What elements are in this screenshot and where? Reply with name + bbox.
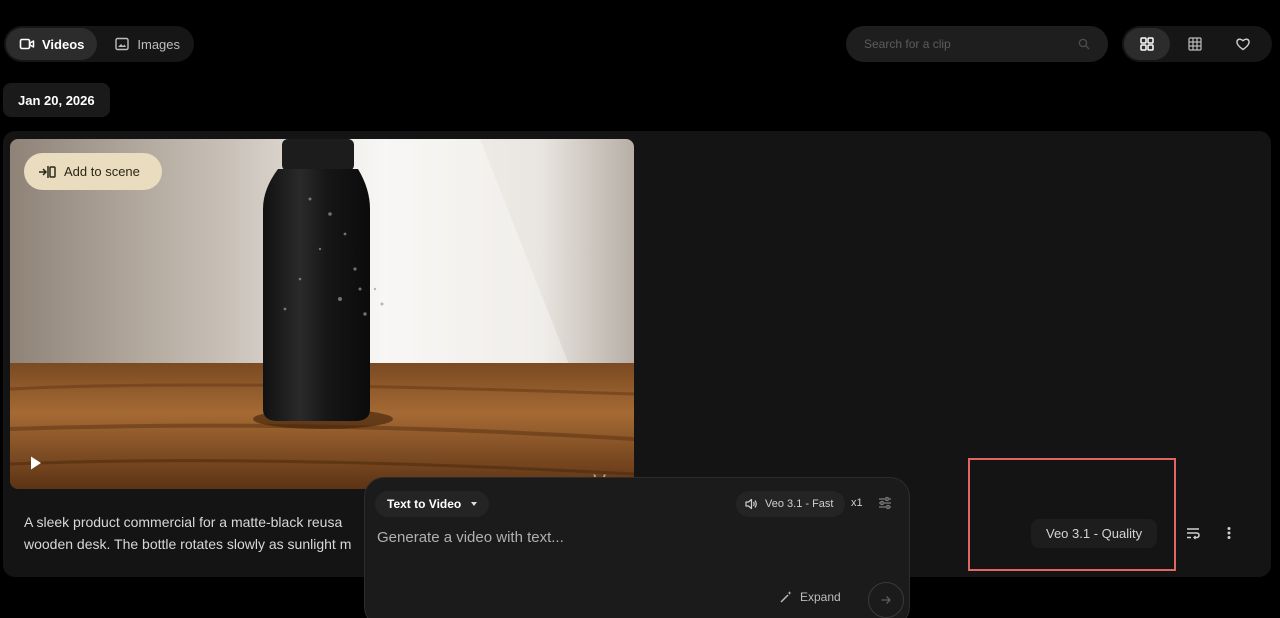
view-toggle-group — [1122, 26, 1272, 62]
grid-small-icon — [1188, 37, 1202, 51]
grid-small-view-button[interactable] — [1172, 28, 1218, 60]
video-camera-icon — [19, 38, 35, 50]
tab-videos[interactable]: Videos — [6, 28, 98, 60]
search-input[interactable] — [864, 37, 1064, 51]
video-thumbnail[interactable]: Add to scene Veo — [10, 139, 634, 489]
model-label: Veo 3.1 - Fast — [765, 498, 834, 510]
date-group-label: Jan 20, 2026 — [3, 83, 110, 117]
search-icon[interactable] — [1078, 38, 1090, 50]
tab-images-label: Images — [137, 36, 181, 52]
video-frame-image — [10, 139, 634, 489]
expand-label: Expand — [800, 590, 841, 604]
output-count[interactable]: x1 — [851, 497, 863, 509]
model-badge: Veo 3.1 - Quality — [1031, 519, 1158, 548]
text-wrap-icon — [1187, 528, 1200, 540]
add-to-scene-label: Add to scene — [64, 164, 140, 179]
more-vertical-icon — [1227, 527, 1231, 539]
settings-sliders-icon[interactable] — [877, 495, 893, 511]
caret-down-icon — [471, 502, 478, 506]
play-icon[interactable] — [28, 455, 44, 471]
tab-videos-label: Videos — [42, 36, 85, 52]
magic-wand-icon — [780, 591, 792, 603]
expand-button[interactable]: Expand — [779, 590, 841, 604]
prompt-composer: Text to Video Veo 3.1 - Fast x1 Expand — [364, 477, 910, 618]
image-icon — [115, 37, 130, 51]
speaker-icon — [745, 498, 757, 510]
more-options-button[interactable] — [1217, 521, 1241, 545]
search-bar — [846, 26, 1108, 62]
grid-large-view-button[interactable] — [1124, 28, 1170, 60]
arrow-right-icon — [881, 596, 891, 604]
generation-mode-label: Text to Video — [387, 497, 462, 511]
grid-large-icon — [1140, 37, 1154, 51]
add-to-scene-button[interactable]: Add to scene — [24, 153, 162, 190]
submit-button[interactable] — [868, 582, 904, 618]
favorites-button[interactable] — [1220, 28, 1266, 60]
prompt-input[interactable] — [377, 529, 877, 546]
model-selector[interactable]: Veo 3.1 - Fast — [736, 491, 846, 517]
tab-images[interactable]: Images — [101, 28, 193, 60]
generation-mode-dropdown[interactable]: Text to Video — [375, 491, 490, 517]
heart-icon — [1236, 38, 1250, 51]
media-type-tabs: Videos Images — [4, 26, 194, 62]
reuse-prompt-button[interactable] — [1181, 521, 1205, 545]
add-to-scene-icon — [39, 165, 56, 178]
